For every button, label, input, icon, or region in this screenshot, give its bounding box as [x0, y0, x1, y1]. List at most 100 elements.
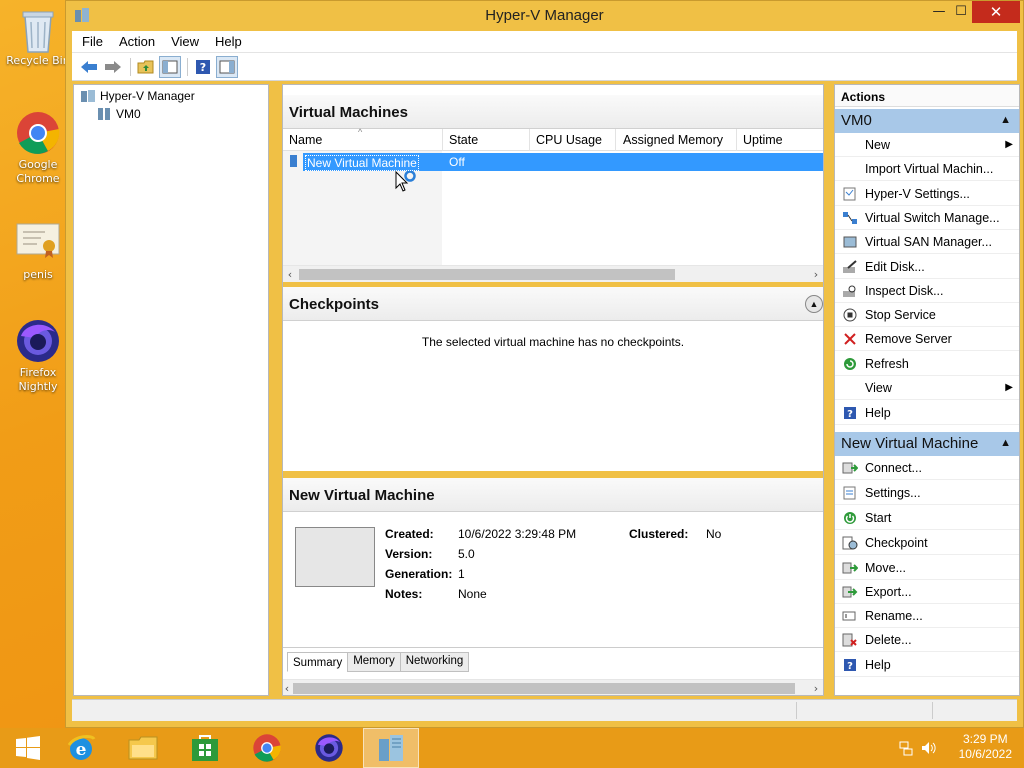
column-separator[interactable] [529, 129, 530, 151]
action-hyper-v-settings[interactable]: Hyper-V Settings... [835, 182, 1019, 206]
start-button[interactable] [0, 728, 56, 768]
stop-icon [835, 308, 865, 322]
action-group-vm0[interactable]: VM0 ▲ [835, 109, 1019, 133]
delete-icon [835, 633, 865, 647]
windows-logo-icon [16, 736, 40, 760]
action-label: Hyper-V Settings... [865, 186, 970, 201]
action-virtual-switch-manager[interactable]: Virtual Switch Manage... [835, 206, 1019, 230]
network-switch-icon [835, 211, 865, 225]
file-explorer-icon [128, 736, 158, 760]
help-button[interactable]: ? [192, 56, 214, 78]
export-icon [835, 585, 865, 599]
action-start[interactable]: Start [835, 506, 1019, 530]
action-label: Help [865, 657, 891, 672]
up-folder-button[interactable] [135, 56, 157, 78]
tray-volume-icon[interactable] [920, 740, 938, 759]
action-settings[interactable]: Settings... [835, 481, 1019, 505]
desktop-icon-google-chrome[interactable]: Google Chrome [3, 110, 73, 186]
column-separator[interactable] [442, 129, 443, 151]
tray-network-icon[interactable] [898, 740, 914, 759]
menu-view[interactable]: View [171, 34, 199, 49]
desktop-icon-penis[interactable]: penis [3, 220, 73, 282]
scrollbar-thumb[interactable] [293, 683, 795, 694]
toolbar-separator [187, 57, 188, 76]
vm-list-horizontal-scrollbar[interactable]: ‹ › [283, 265, 823, 282]
system-clock[interactable]: 3:29 PM 10/6/2022 [959, 732, 1012, 762]
taskbar-firefox-nightly[interactable] [301, 728, 357, 768]
action-import-virtual-machine[interactable]: Import Virtual Machin... [835, 157, 1019, 181]
scroll-right-arrow-icon[interactable]: › [809, 680, 823, 695]
menu-action[interactable]: Action [119, 34, 155, 49]
svg-text:e: e [76, 740, 87, 760]
checkpoints-message: The selected virtual machine has no chec… [421, 335, 685, 349]
back-button[interactable] [78, 56, 100, 78]
menu-file[interactable]: File [82, 34, 103, 49]
tab-networking[interactable]: Networking [399, 652, 470, 672]
action-label: Virtual SAN Manager... [865, 234, 992, 249]
tree-item-hyper-v-manager[interactable]: Hyper-V Manager [80, 87, 195, 105]
show-hide-console-tree-button[interactable] [159, 55, 181, 78]
column-assigned-memory[interactable]: Assigned Memory [623, 133, 723, 147]
action-group-new-virtual-machine[interactable]: New Virtual Machine ▲ [835, 432, 1019, 456]
action-view[interactable]: View ▶ [835, 376, 1019, 400]
taskbar-chrome[interactable] [239, 728, 295, 768]
firefox-nightly-icon [315, 734, 343, 762]
action-export[interactable]: Export... [835, 580, 1019, 604]
column-state[interactable]: State [449, 133, 478, 147]
tab-summary[interactable]: Summary [287, 652, 349, 672]
title-bar[interactable]: Hyper-V Manager — ☐ ✕ [66, 1, 1023, 31]
column-name[interactable]: Name [289, 133, 322, 147]
action-connect[interactable]: Connect... [835, 456, 1019, 480]
created-value: 10/6/2022 3:29:48 PM [458, 527, 577, 541]
action-checkpoint[interactable]: Checkpoint [835, 531, 1019, 555]
scroll-left-arrow-icon[interactable]: ‹ [283, 266, 297, 283]
remove-x-icon [835, 332, 865, 346]
column-cpu-usage[interactable]: CPU Usage [536, 133, 602, 147]
close-button[interactable]: ✕ [972, 1, 1020, 23]
taskbar-internet-explorer[interactable]: e [53, 728, 109, 768]
tree-item-vm0[interactable]: VM0 [96, 105, 141, 123]
desktop-icon-recycle-bin[interactable]: Recycle Bin [3, 6, 73, 68]
action-label: Edit Disk... [865, 259, 925, 274]
action-label: Inspect Disk... [865, 283, 944, 298]
action-move[interactable]: Move... [835, 556, 1019, 580]
action-label: Start [865, 510, 892, 525]
status-bar-separator [796, 702, 797, 719]
action-new[interactable]: New ▶ [835, 133, 1019, 157]
desktop-icon-firefox-nightly[interactable]: Firefox Nightly [3, 318, 73, 394]
created-label: Created: [385, 527, 434, 541]
menu-help[interactable]: Help [215, 34, 242, 49]
vm-row-new-virtual-machine[interactable]: New Virtual Machine Off [303, 153, 823, 171]
taskbar-file-explorer[interactable] [115, 728, 171, 768]
column-uptime[interactable]: Uptime [743, 133, 783, 147]
scroll-right-arrow-icon[interactable]: › [809, 266, 823, 283]
show-hide-action-pane-button[interactable] [216, 55, 238, 78]
scrollbar-thumb[interactable] [299, 269, 675, 280]
version-value: 5.0 [458, 547, 475, 561]
action-remove-server[interactable]: Remove Server [835, 327, 1019, 351]
action-inspect-disk[interactable]: Inspect Disk... [835, 279, 1019, 303]
chrome-icon [253, 734, 281, 762]
action-virtual-san-manager[interactable]: Virtual SAN Manager... [835, 230, 1019, 254]
action-help-2[interactable]: ? Help [835, 653, 1019, 677]
desktop-icon-label: Google Chrome [16, 158, 60, 185]
tab-memory[interactable]: Memory [347, 652, 401, 672]
action-delete[interactable]: Delete... [835, 628, 1019, 652]
center-horizontal-scrollbar[interactable]: ‹ › [283, 679, 823, 695]
collapse-checkpoints-icon[interactable]: ▲ [805, 295, 823, 313]
column-separator[interactable] [615, 129, 616, 151]
forward-button[interactable] [102, 56, 124, 78]
action-edit-disk[interactable]: Edit Disk... [835, 255, 1019, 279]
collapse-triangle-icon[interactable]: ▲ [1000, 437, 1011, 449]
taskbar-hyper-v-manager[interactable] [363, 728, 419, 768]
action-stop-service[interactable]: Stop Service [835, 303, 1019, 327]
column-separator[interactable] [736, 129, 737, 151]
action-help-1[interactable]: ? Help [835, 401, 1019, 425]
vm-name: New Virtual Machine [305, 155, 419, 171]
action-label: Rename... [865, 608, 923, 623]
action-refresh[interactable]: Refresh [835, 352, 1019, 376]
collapse-triangle-icon[interactable]: ▲ [1000, 114, 1011, 126]
taskbar-store[interactable] [177, 728, 233, 768]
action-rename[interactable]: Rename... [835, 604, 1019, 628]
action-label: Connect... [865, 460, 922, 475]
